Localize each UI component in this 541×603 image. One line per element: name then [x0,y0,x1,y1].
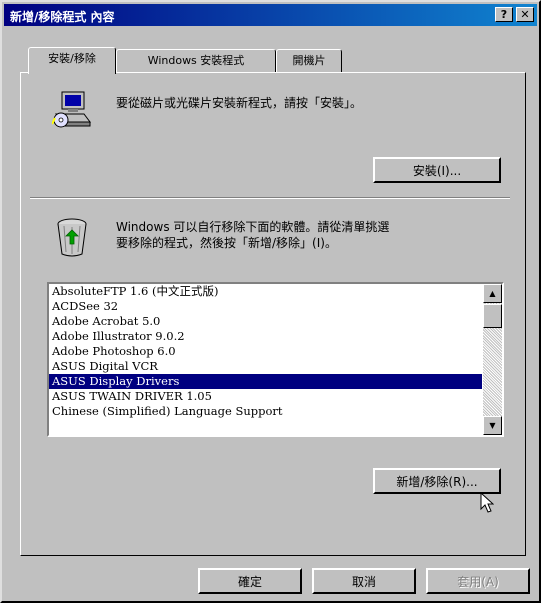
scroll-down-button[interactable]: ▼ [483,416,502,435]
program-list-item[interactable]: Adobe Acrobat 5.0 [49,314,482,329]
program-list-item[interactable]: AbsoluteFTP 1.6 (中文正式版) [49,284,482,299]
program-list-item[interactable]: ASUS Digital VCR [49,359,482,374]
program-list-item[interactable]: Adobe Photoshop 6.0 [49,344,482,359]
vertical-scrollbar[interactable]: ▲ ▼ [483,284,502,435]
tab-windows-setup[interactable]: Windows 安裝程式 [116,49,276,73]
apply-button[interactable]: 套用(A) [426,568,530,594]
tab-startup-disk[interactable]: 開機片 [276,49,342,73]
remove-description-line2: 要移除的程式，然後按「新增/移除」(I)。 [116,236,337,250]
program-list-item[interactable]: ASUS Display Drivers [49,374,482,389]
add-remove-button[interactable]: 新增/移除(R)... [373,468,501,494]
program-list-item[interactable]: ASUS TWAIN DRIVER 1.05 [49,389,482,404]
arrow-up-icon: ▲ [489,289,496,298]
scroll-up-button[interactable]: ▲ [483,284,502,303]
title-bar[interactable]: 新增/移除程式 內容 ? ✕ [4,4,537,26]
program-listbox[interactable]: AbsoluteFTP 1.6 (中文正式版) ACDSee 32 Adobe Ac… [47,282,504,437]
close-button[interactable]: ✕ [516,7,534,22]
program-list-item[interactable]: ACDSee 32 [49,299,482,314]
install-description: 要從磁片或光碟片安裝新程式，請按「安裝」。 [116,96,363,110]
recycle-bin-icon [52,216,92,261]
window-title: 新增/移除程式 內容 [10,10,115,24]
program-list: AbsoluteFTP 1.6 (中文正式版) ACDSee 32 Adobe Ac… [49,284,482,435]
cancel-button[interactable]: 取消 [312,568,416,594]
arrow-down-icon: ▼ [489,421,496,430]
tab-install-remove[interactable]: 安裝/移除 [28,47,116,74]
program-list-item[interactable]: Adobe Illustrator 9.0.2 [49,329,482,344]
mouse-pointer-icon [480,491,495,517]
add-remove-programs-dialog: 新增/移除程式 內容 ? ✕ 安裝/移除 Windows 安裝程式 開機片 要從… [0,0,541,603]
ok-button[interactable]: 確定 [198,568,302,594]
remove-description-line1: Windows 可以自行移除下面的軟體。請從清單挑選 [116,220,390,234]
section-divider [30,197,510,199]
install-computer-icon [51,90,94,135]
help-button[interactable]: ? [495,7,513,22]
install-button[interactable]: 安裝(I)... [373,157,501,183]
program-list-item[interactable]: Chinese (Simplified) Language Support [49,404,482,419]
scroll-thumb[interactable] [483,304,502,328]
